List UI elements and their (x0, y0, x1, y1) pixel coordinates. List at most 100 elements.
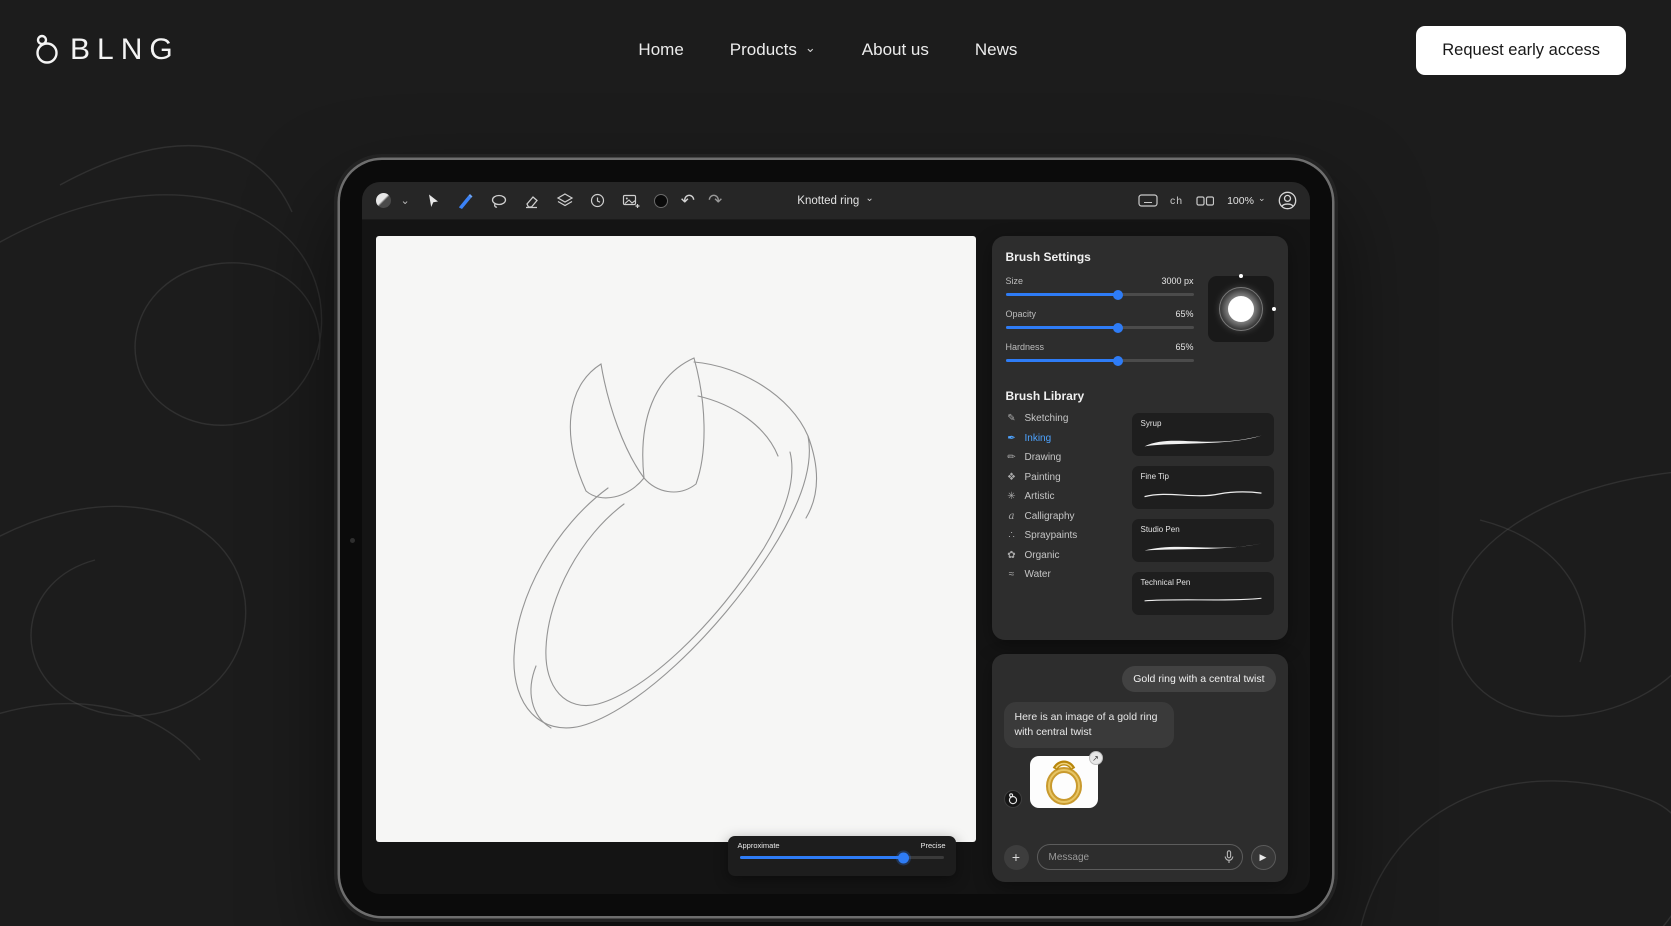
split-view-icon (1196, 195, 1214, 207)
brush-preview-handle-right[interactable] (1272, 307, 1276, 311)
hardness-slider-track[interactable] (1006, 359, 1194, 362)
paint-icon: ❖ (1006, 472, 1018, 483)
send-button[interactable]: ▶ (1251, 845, 1276, 870)
star-icon: ✳ (1006, 491, 1018, 502)
drawing-canvas[interactable]: Approximate Precise (376, 236, 976, 842)
gold-ring-image (1030, 756, 1098, 808)
zoom-control[interactable]: 100% ⌄ (1227, 195, 1265, 207)
brush-category-organic[interactable]: ✿Organic (1006, 550, 1122, 561)
brush-category-water[interactable]: ≈Water (1006, 569, 1122, 580)
redo-button[interactable]: ↷ (708, 192, 722, 209)
nav-item-about-us[interactable]: About us (862, 40, 929, 60)
brush-preview-handle-top[interactable] (1239, 274, 1243, 278)
brush-category-inking[interactable]: ✒Inking (1006, 433, 1122, 444)
size-slider-track[interactable] (1006, 293, 1194, 296)
add-image-tool[interactable] (621, 191, 641, 211)
add-attachment-button[interactable]: + (1004, 845, 1029, 870)
hardness-value: 65% (1175, 342, 1193, 352)
hardness-label: Hardness (1006, 342, 1045, 352)
main-nav: Home Products⌄ About us News (638, 0, 1017, 100)
brush-tool-selected[interactable] (456, 191, 476, 211)
brush-item-technical-pen[interactable]: Technical Pen (1132, 572, 1274, 615)
brush-tip-preview[interactable] (1208, 276, 1274, 342)
opacity-slider-track[interactable] (1006, 326, 1194, 329)
brush-category-spraypaints[interactable]: ∴Spraypaints (1006, 530, 1122, 541)
lasso-icon (490, 193, 508, 209)
opacity-value: 65% (1175, 309, 1193, 319)
opacity-label: Opacity (1006, 309, 1037, 319)
opacity-slider-fill (1006, 326, 1119, 329)
drawing-app-screen: ⌄ (362, 182, 1310, 894)
zoom-value: 100% (1227, 195, 1254, 207)
app-toolbar: ⌄ (362, 182, 1310, 220)
chevron-down-icon[interactable]: ⌄ (401, 194, 410, 207)
select-tool[interactable] (423, 191, 443, 211)
brush-settings-title: Brush Settings (1006, 250, 1274, 264)
history-tool[interactable] (588, 191, 608, 211)
brush-item-syrup[interactable]: Syrup (1132, 413, 1274, 456)
tablet-mockup: ⌄ (340, 160, 1332, 916)
material-sphere-tool[interactable] (374, 191, 394, 211)
lasso-tool[interactable] (489, 191, 509, 211)
nav-item-home[interactable]: Home (638, 40, 683, 60)
leaf-icon: ✿ (1006, 550, 1018, 561)
request-early-access-button[interactable]: Request early access (1416, 26, 1626, 75)
calligraphy-icon: a (1006, 511, 1018, 522)
brush-category-artistic[interactable]: ✳Artistic (1006, 491, 1122, 502)
account-button[interactable] (1278, 191, 1298, 211)
drawing-pencil-icon: ✏ (1006, 452, 1018, 463)
color-swatch-black[interactable] (654, 194, 668, 208)
chevron-down-icon: ⌄ (1258, 193, 1266, 204)
cursor-icon (425, 193, 441, 209)
brush-category-drawing[interactable]: ✏Drawing (1006, 452, 1122, 463)
expand-icon[interactable]: ↗ (1089, 751, 1103, 765)
brush-list: Syrup Fine Tip Studio Pen (1132, 413, 1274, 625)
brush-item-studio-pen[interactable]: Studio Pen (1132, 519, 1274, 562)
text-format-icon[interactable]: ch (1170, 195, 1183, 207)
brush-stroke-preview (1141, 483, 1265, 505)
opacity-slider-knob[interactable] (1113, 323, 1123, 333)
precision-slider-track[interactable] (740, 856, 944, 859)
precision-slider-knob[interactable] (898, 852, 909, 863)
brush-size-slider: Size 3000 px (1006, 276, 1194, 296)
brush-category-painting[interactable]: ❖Painting (1006, 472, 1122, 483)
brush-stroke-preview (1141, 589, 1265, 611)
keyboard-shortcut-tool[interactable] (1138, 191, 1158, 211)
toolbar-left-group: ⌄ (374, 191, 723, 211)
add-image-icon (622, 193, 640, 209)
document-title-dropdown[interactable]: Knotted ring ⌄ (797, 195, 873, 207)
size-value: 3000 px (1161, 276, 1193, 286)
hardness-slider-knob[interactable] (1113, 356, 1123, 366)
tablet-camera (350, 538, 355, 543)
brush-item-fine-tip[interactable]: Fine Tip (1132, 466, 1274, 509)
undo-button[interactable]: ↶ (681, 192, 695, 209)
keyboard-icon (1138, 194, 1158, 207)
toolbar-right-group: ch 100% ⌄ (1138, 191, 1298, 211)
logo[interactable]: BLNG (34, 33, 180, 67)
chevron-down-icon: ⌄ (865, 193, 873, 204)
eraser-icon (523, 193, 540, 209)
precision-slider-panel[interactable]: Approximate Precise (728, 836, 956, 876)
eraser-tool[interactable] (522, 191, 542, 211)
knotted-ring-sketch (376, 236, 976, 842)
layers-tool[interactable] (555, 191, 575, 211)
brush-category-sketching[interactable]: ✎Sketching (1006, 413, 1122, 424)
pen-nib-icon: ✒ (1006, 433, 1018, 444)
size-slider-knob[interactable] (1113, 290, 1123, 300)
brush-hardness-slider: Hardness 65% (1006, 342, 1194, 362)
message-input[interactable] (1037, 844, 1243, 870)
nav-item-news[interactable]: News (975, 40, 1018, 60)
pencil-icon: ✎ (1006, 413, 1018, 424)
brush-stroke-preview (1141, 430, 1265, 452)
nav-item-products[interactable]: Products⌄ (730, 40, 816, 60)
microphone-icon[interactable] (1224, 850, 1234, 864)
brush-category-calligraphy[interactable]: aCalligraphy (1006, 511, 1122, 522)
document-title: Knotted ring (797, 195, 859, 207)
precision-slider-fill (740, 856, 903, 859)
split-view-tool[interactable] (1195, 191, 1215, 211)
app-content: Approximate Precise Brush Settings (362, 220, 1310, 856)
site-header: BLNG Home Products⌄ About us News Reques… (0, 0, 1671, 100)
size-slider-fill (1006, 293, 1119, 296)
generated-ring-image[interactable]: ↗ (1030, 756, 1098, 808)
waves-icon: ≈ (1006, 569, 1018, 580)
